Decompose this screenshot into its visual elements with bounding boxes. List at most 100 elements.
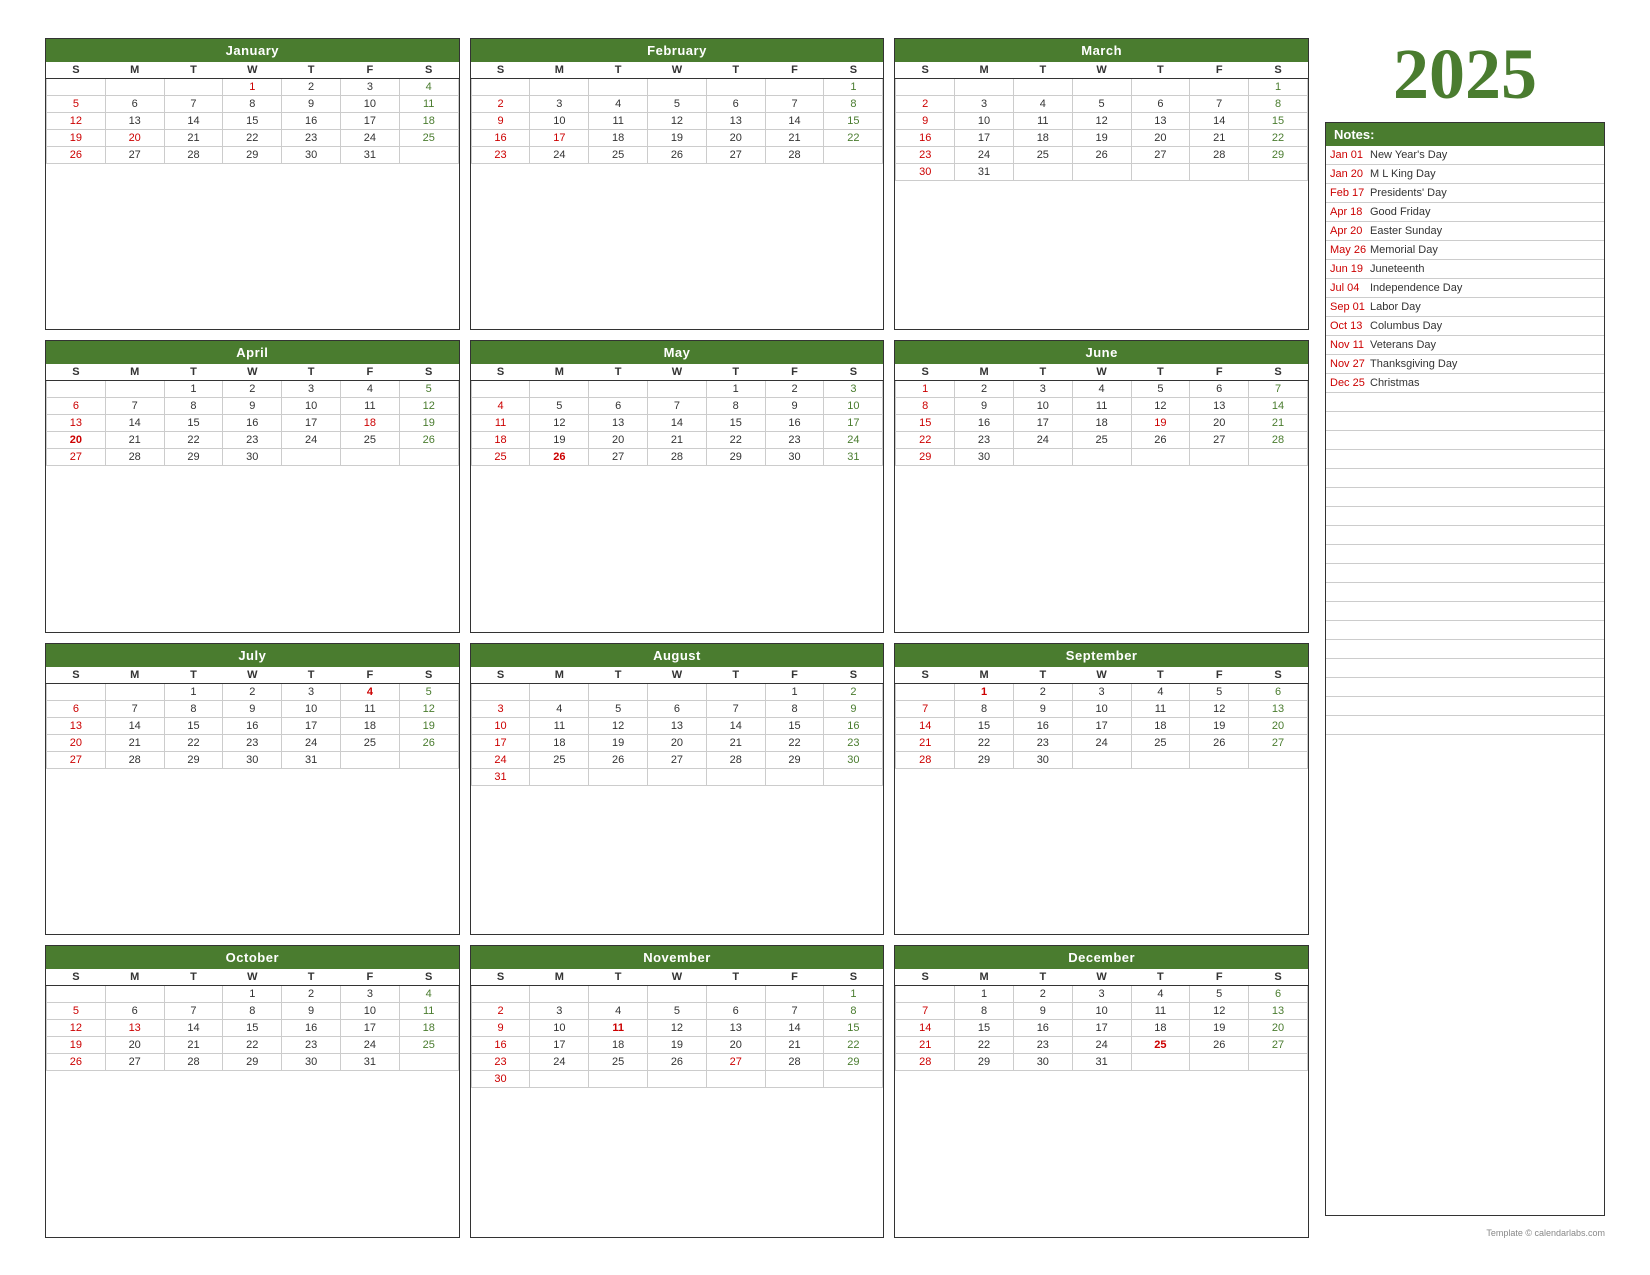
month-table-february: SMTWTFS123456789101112131415161718192021… — [471, 62, 884, 164]
day-header: F — [340, 667, 399, 684]
day-header: W — [1072, 62, 1131, 79]
calendar-day: 14 — [648, 415, 707, 432]
calendar-day — [648, 986, 707, 1003]
calendar-day: 2 — [471, 1003, 530, 1020]
calendar-day: 25 — [1131, 734, 1190, 751]
calendar-day: 1 — [223, 986, 282, 1003]
holiday-row: Jan 20M L King Day — [1326, 165, 1604, 184]
day-header: W — [648, 364, 707, 381]
calendar-day: 31 — [340, 1054, 399, 1071]
day-header: M — [955, 62, 1014, 79]
empty-notes-row — [1326, 412, 1604, 431]
calendar-day: 9 — [824, 700, 883, 717]
holiday-row: Apr 20Easter Sunday — [1326, 222, 1604, 241]
calendar-day: 19 — [530, 432, 589, 449]
calendar-day: 28 — [896, 1054, 955, 1071]
calendar-day: 21 — [765, 1037, 824, 1054]
calendar-day — [706, 1071, 765, 1088]
month-august: AugustSMTWTFS123456789101112131415161718… — [470, 643, 885, 936]
day-header: F — [1190, 62, 1249, 79]
calendar-day: 20 — [706, 1037, 765, 1054]
calendar-day — [105, 78, 164, 95]
calendar-day: 15 — [955, 717, 1014, 734]
calendar-day: 3 — [955, 95, 1014, 112]
calendar-day: 23 — [896, 146, 955, 163]
calendar-day: 28 — [1249, 432, 1308, 449]
day-header: M — [955, 667, 1014, 684]
calendar-day — [589, 768, 648, 785]
holidays-container: Jan 01New Year's DayJan 20M L King DayFe… — [1326, 146, 1604, 735]
calendar-day — [955, 78, 1014, 95]
calendar-day: 4 — [340, 381, 399, 398]
calendar-day: 19 — [589, 734, 648, 751]
calendar-day: 8 — [824, 1003, 883, 1020]
calendar-day: 24 — [340, 129, 399, 146]
day-header: F — [340, 62, 399, 79]
calendar-day: 11 — [589, 112, 648, 129]
day-header: M — [105, 364, 164, 381]
calendar-day: 9 — [223, 700, 282, 717]
calendar-day — [530, 768, 589, 785]
calendar-day: 23 — [282, 1037, 341, 1054]
calendar-day: 2 — [223, 683, 282, 700]
calendar-day: 30 — [955, 449, 1014, 466]
calendar-day: 7 — [164, 95, 223, 112]
calendar-day: 2 — [765, 381, 824, 398]
empty-notes-row — [1326, 716, 1604, 735]
day-header: F — [340, 364, 399, 381]
calendar-day: 3 — [282, 683, 341, 700]
calendar-day: 3 — [282, 381, 341, 398]
calendar-day — [1190, 1054, 1249, 1071]
day-header: W — [648, 969, 707, 986]
calendar-day: 13 — [1131, 112, 1190, 129]
calendar-day: 8 — [223, 1003, 282, 1020]
holiday-date: Jan 01 — [1330, 149, 1370, 161]
calendar-day: 24 — [530, 146, 589, 163]
calendar-day — [706, 768, 765, 785]
calendar-day: 26 — [399, 734, 458, 751]
day-header: T — [164, 62, 223, 79]
calendar-day: 5 — [1190, 986, 1249, 1003]
calendar-day: 29 — [706, 449, 765, 466]
day-header: M — [530, 969, 589, 986]
calendar-day: 13 — [1249, 700, 1308, 717]
calendar-day: 24 — [530, 1054, 589, 1071]
calendar-day — [471, 683, 530, 700]
calendar-day — [399, 449, 458, 466]
month-header-october: October — [46, 946, 459, 969]
day-header: F — [765, 667, 824, 684]
calendar-day: 10 — [282, 700, 341, 717]
calendar-day: 13 — [1190, 398, 1249, 415]
calendar-day: 10 — [955, 112, 1014, 129]
calendar-day: 4 — [1072, 381, 1131, 398]
calendar-day — [399, 1054, 458, 1071]
month-table-november: SMTWTFS123456789101112131415161718192021… — [471, 969, 884, 1088]
calendar-day — [765, 768, 824, 785]
calendar-day: 19 — [1131, 415, 1190, 432]
calendar-day: 24 — [824, 432, 883, 449]
calendar-day: 24 — [471, 751, 530, 768]
calendar-day: 5 — [1072, 95, 1131, 112]
calendar-day — [47, 986, 106, 1003]
day-header: T — [1013, 62, 1072, 79]
calendar-day: 5 — [589, 700, 648, 717]
empty-notes-row — [1326, 621, 1604, 640]
day-header: T — [164, 667, 223, 684]
calendar-day: 10 — [340, 95, 399, 112]
calendar-day: 13 — [47, 717, 106, 734]
calendar-day: 12 — [399, 700, 458, 717]
calendar-day — [1131, 1054, 1190, 1071]
calendar-day: 2 — [824, 683, 883, 700]
calendar-day — [1249, 163, 1308, 180]
month-september: SeptemberSMTWTFS123456789101112131415161… — [894, 643, 1309, 936]
holiday-name: Good Friday — [1370, 206, 1600, 218]
calendar-day: 18 — [340, 415, 399, 432]
month-may: MaySMTWTFS123456789101112131415161718192… — [470, 340, 885, 633]
calendar-day: 28 — [896, 751, 955, 768]
calendar-day: 28 — [765, 146, 824, 163]
calendar-day: 27 — [1249, 1037, 1308, 1054]
calendar-day: 7 — [105, 398, 164, 415]
calendar-day — [340, 449, 399, 466]
calendar-day: 10 — [1072, 1003, 1131, 1020]
calendar-day: 22 — [223, 1037, 282, 1054]
